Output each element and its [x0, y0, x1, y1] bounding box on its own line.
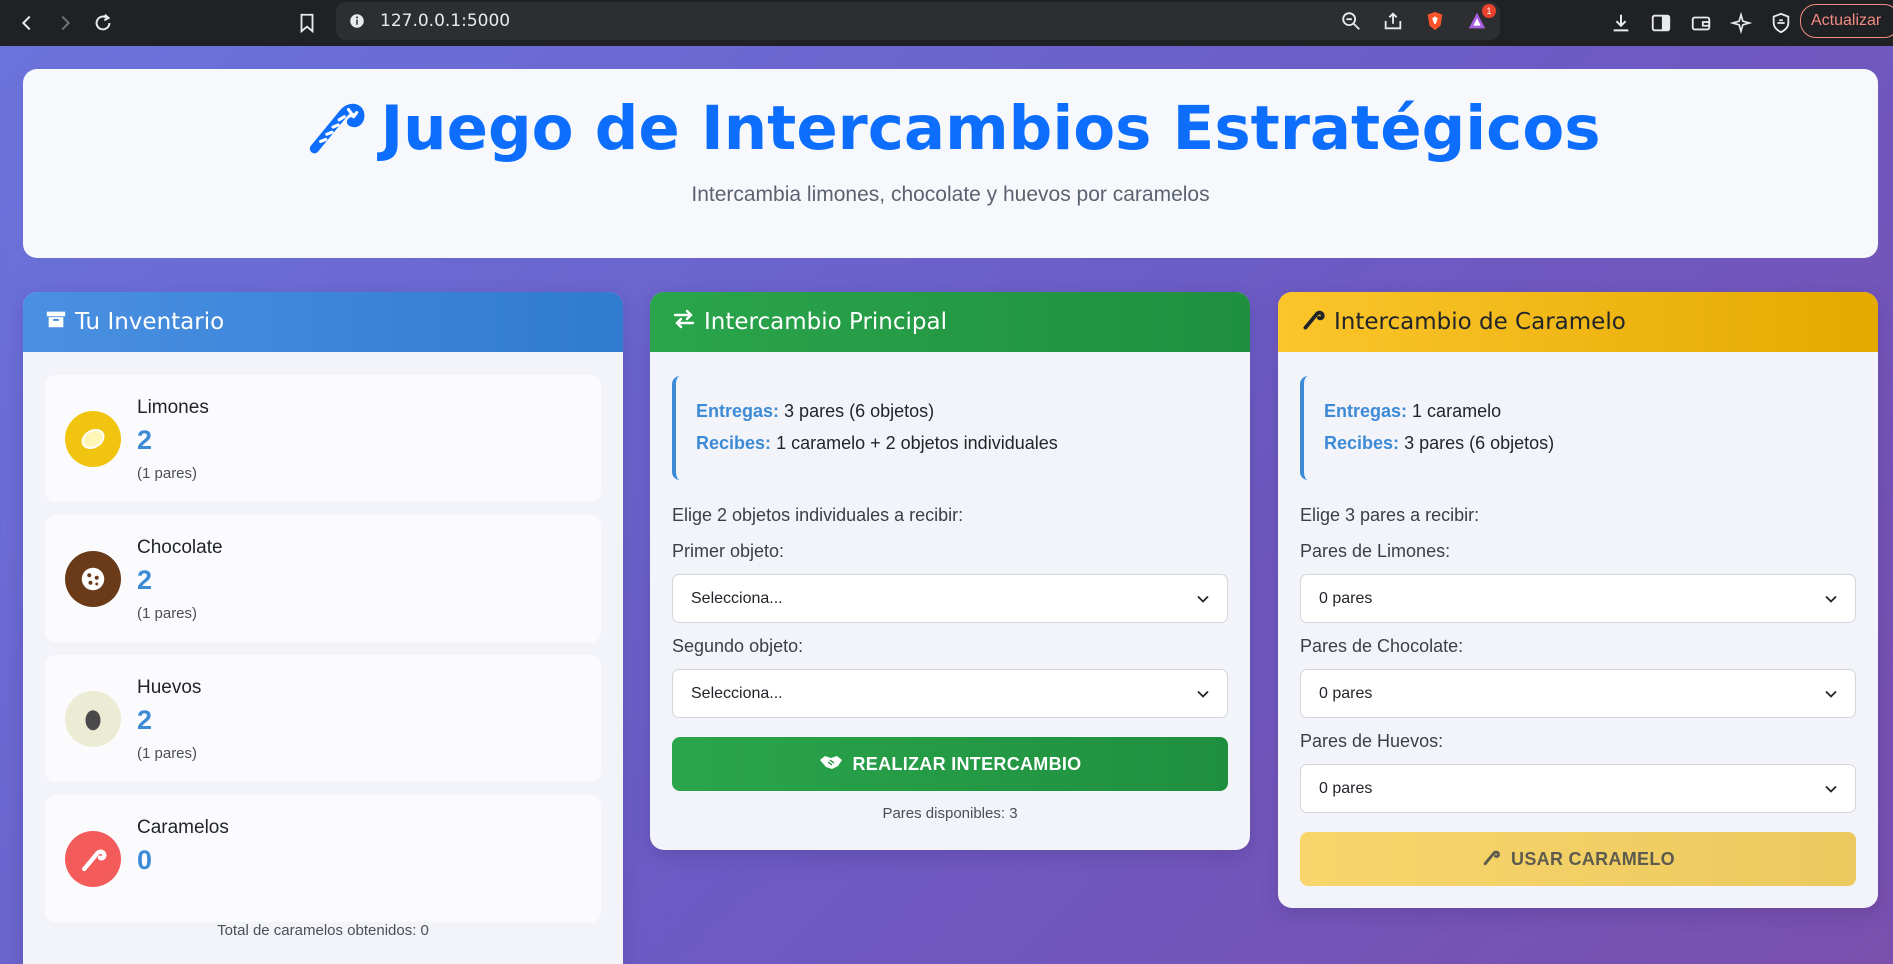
egg-pairs-select[interactable]: 0 pares: [1300, 764, 1856, 813]
cookie-icon: [65, 551, 121, 607]
chevron-down-icon: [1825, 785, 1837, 793]
header-card: Juego de Intercambios Estratégicos Inter…: [23, 69, 1878, 258]
brave-rewards-icon[interactable]: 1: [1466, 4, 1496, 32]
second-item-label: Segundo objeto:: [672, 636, 804, 656]
lemon-pairs-label: Pares de Limones:: [1300, 541, 1451, 561]
perform-exchange-button[interactable]: REALIZAR INTERCAMBIO: [672, 737, 1228, 791]
brave-shield-icon[interactable]: [1424, 10, 1446, 32]
use-candy-label: USAR CARAMELO: [1511, 848, 1675, 869]
chevron-down-icon: [1197, 595, 1209, 603]
first-item-select[interactable]: Selecciona...: [672, 574, 1228, 623]
chocolate-pairs-value: 0 pares: [1319, 684, 1373, 702]
inventory-panel: Tu Inventario Limones 2 (1 pares) Chocol…: [23, 292, 623, 964]
receives-value: 1 caramelo + 2 objetos individuales: [776, 433, 1058, 453]
chevron-down-icon: [1825, 690, 1837, 698]
update-button[interactable]: Actualizar: [1800, 4, 1893, 38]
item-name: Limones: [137, 397, 209, 418]
address-bar[interactable]: 127.0.0.1:5000 1: [336, 2, 1500, 40]
item-pairs: (1 pares): [137, 605, 198, 622]
main-exchange-panel: Intercambio Principal Entregas: 3 pares …: [650, 292, 1250, 850]
site-info-icon[interactable]: [346, 10, 368, 32]
receives-key: Recibes:: [1324, 433, 1400, 453]
second-item-value: Selecciona...: [691, 684, 783, 702]
inventory-item-candies: Caramelos 0: [45, 795, 601, 922]
leo-ai-icon[interactable]: [1730, 12, 1752, 34]
back-icon[interactable]: [8, 4, 46, 42]
zoom-out-icon[interactable]: [1340, 10, 1362, 32]
page-subtitle: Intercambia limones, chocolate y huevos …: [691, 183, 1210, 206]
item-name: Caramelos: [137, 817, 229, 838]
vpn-icon[interactable]: [1770, 12, 1792, 34]
gives-value: 1 caramelo: [1412, 401, 1502, 421]
chocolate-pairs-select[interactable]: 0 pares: [1300, 669, 1856, 718]
chevron-down-icon: [1825, 595, 1837, 603]
item-pairs: (1 pares): [137, 745, 198, 762]
lemon-pairs-value: 0 pares: [1319, 589, 1373, 607]
url-text: 127.0.0.1:5000: [380, 11, 511, 31]
inventory-item-eggs: Huevos 2 (1 pares): [45, 655, 601, 782]
item-pairs: (1 pares): [137, 465, 198, 482]
candy-cane-icon: [300, 93, 366, 164]
update-label: Actualizar: [1811, 12, 1882, 29]
item-name: Chocolate: [137, 537, 223, 558]
gives-value: 3 pares (6 objetos): [784, 401, 935, 421]
handshake-icon: [819, 753, 843, 776]
share-icon[interactable]: [1382, 10, 1404, 32]
total-candies-text: Total de caramelos obtenidos: 0: [217, 922, 429, 939]
gives-key: Entregas:: [696, 401, 780, 421]
wallet-icon[interactable]: [1690, 12, 1712, 34]
exchange-arrows-icon: [672, 307, 696, 337]
second-item-select[interactable]: Selecciona...: [672, 669, 1228, 718]
page-title: Juego de Intercambios Estratégicos: [380, 93, 1601, 164]
candy-exchange-panel: Intercambio de Caramelo Entregas: 1 cara…: [1278, 292, 1878, 908]
forward-icon[interactable]: [46, 4, 84, 42]
lemon-icon: [65, 411, 121, 467]
sidebar-icon[interactable]: [1650, 12, 1672, 34]
chocolate-pairs-label: Pares de Chocolate:: [1300, 636, 1464, 656]
choose-items-label: Elige 2 objetos individuales a recibir:: [672, 505, 964, 525]
reload-icon[interactable]: [84, 4, 122, 42]
browser-toolbar: 127.0.0.1:5000 1 Actualizar: [0, 0, 1893, 46]
use-candy-button[interactable]: USAR CARAMELO: [1300, 832, 1856, 886]
item-name: Huevos: [137, 677, 202, 698]
notification-badge: 1: [1482, 4, 1496, 18]
main-exchange-header: Intercambio Principal: [650, 292, 1250, 352]
pairs-available-text: Pares disponibles: 3: [882, 805, 1018, 822]
candy-exchange-title: Intercambio de Caramelo: [1334, 309, 1626, 335]
item-count: 0: [137, 845, 153, 875]
download-icon[interactable]: [1610, 12, 1632, 34]
candy-cane-icon: [1300, 306, 1326, 338]
candy-cane-icon: [1481, 847, 1501, 872]
perform-exchange-label: REALIZAR INTERCAMBIO: [852, 753, 1082, 774]
first-item-label: Primer objeto:: [672, 541, 785, 561]
inventory-item-chocolate: Chocolate 2 (1 pares): [45, 515, 601, 642]
egg-pairs-value: 0 pares: [1319, 779, 1373, 797]
lemon-pairs-select[interactable]: 0 pares: [1300, 574, 1856, 623]
candy-exchange-header: Intercambio de Caramelo: [1278, 292, 1878, 352]
egg-icon: [65, 691, 121, 747]
main-exchange-title: Intercambio Principal: [704, 309, 948, 335]
candy-exchange-info: Entregas: 1 caramelo Recibes: 3 pares (6…: [1300, 376, 1856, 480]
box-icon: [45, 308, 67, 336]
first-item-value: Selecciona...: [691, 589, 783, 607]
main-exchange-info: Entregas: 3 pares (6 objetos) Recibes: 1…: [672, 376, 1228, 480]
egg-pairs-label: Pares de Huevos:: [1300, 731, 1444, 751]
item-count: 2: [137, 565, 153, 595]
item-count: 2: [137, 705, 153, 735]
bookmark-icon[interactable]: [288, 4, 326, 42]
choose-pairs-label: Elige 3 pares a recibir:: [1300, 505, 1480, 525]
inventory-title: Tu Inventario: [75, 309, 225, 335]
candy-cane-icon: [65, 831, 121, 887]
inventory-header: Tu Inventario: [23, 292, 623, 352]
item-count: 2: [137, 425, 153, 455]
gives-key: Entregas:: [1324, 401, 1408, 421]
inventory-item-lemons: Limones 2 (1 pares): [45, 375, 601, 502]
receives-key: Recibes:: [696, 433, 772, 453]
receives-value: 3 pares (6 objetos): [1404, 433, 1555, 453]
chevron-down-icon: [1197, 690, 1209, 698]
